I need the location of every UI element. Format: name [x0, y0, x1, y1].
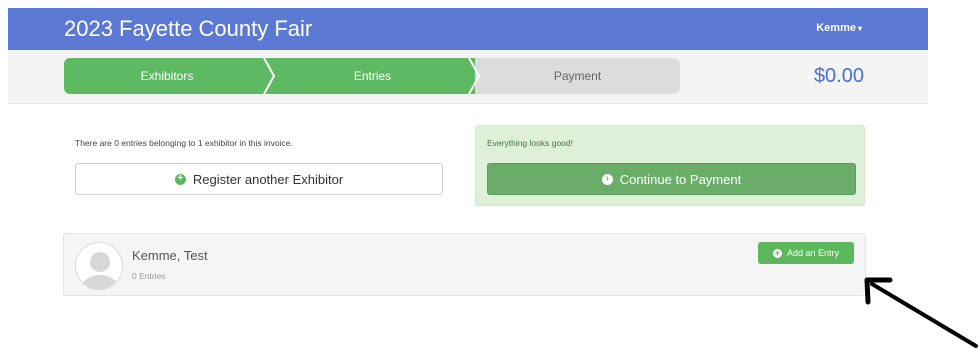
checkout-progress-bar: Exhibitors Entries Payment $0.00: [8, 50, 928, 104]
caret-down-icon: ▾: [857, 24, 862, 33]
add-entry-label: Add an Entry: [786, 248, 840, 258]
arrow-right-circle-icon: ›: [601, 173, 613, 185]
continue-to-payment-button[interactable]: › Continue to Payment: [487, 163, 856, 195]
plus-circle-icon: +: [174, 173, 186, 185]
annotation-arrow-icon: [864, 277, 978, 348]
step-chevron-dividers: [263, 58, 481, 94]
user-name: Kemme: [816, 22, 856, 34]
register-exhibitor-label: Register another Exhibitor: [192, 171, 344, 187]
add-entry-button[interactable]: + Add an Entry: [758, 242, 854, 264]
exhibitor-card: Kemme, Test 0 Entries + Add an Entry: [63, 233, 866, 296]
top-navbar: 2023 Fayette County Fair Kemme ▾: [8, 8, 928, 50]
status-message: Everything looks good!: [487, 138, 573, 148]
continue-label: Continue to Payment: [619, 171, 742, 187]
exhibitor-entries-count: 0 Entries: [132, 271, 166, 281]
user-menu[interactable]: Kemme ▾: [816, 22, 862, 34]
app-title[interactable]: 2023 Fayette County Fair: [64, 16, 312, 42]
avatar: [75, 242, 123, 290]
progress-steps: Exhibitors Entries Payment: [64, 58, 680, 94]
exhibitor-name: Kemme, Test: [132, 248, 208, 263]
invoice-summary-text: There are 0 entries belonging to 1 exhib…: [75, 138, 293, 148]
invoice-total: $0.00: [813, 65, 864, 87]
user-silhouette-icon: [81, 252, 119, 289]
plus-circle-icon: +: [772, 247, 782, 258]
register-exhibitor-button[interactable]: + Register another Exhibitor: [75, 163, 443, 195]
status-panel: Everything looks good! › Continue to Pay…: [475, 125, 865, 206]
